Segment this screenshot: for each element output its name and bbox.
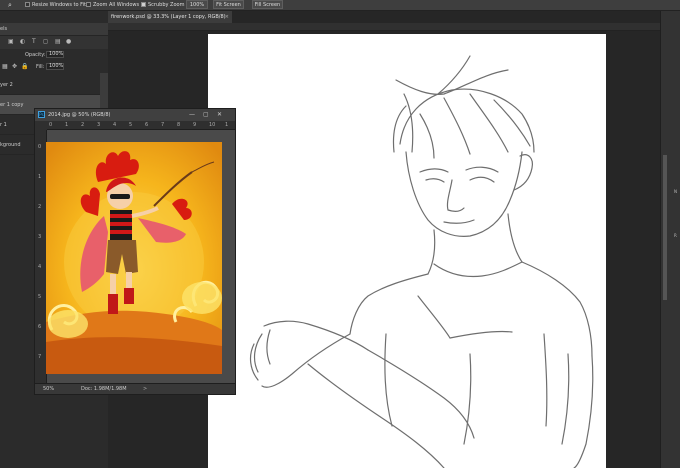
ruler-tick: 1	[65, 122, 69, 128]
illustration-drawing	[46, 142, 222, 374]
close-tab-icon[interactable]: ×	[225, 11, 229, 23]
scrubby-zoom-label: Scrubby Zoom	[148, 2, 185, 8]
ruler-tick: 7	[38, 354, 42, 360]
minimize-icon[interactable]: —	[189, 109, 195, 120]
layer-name: yer 2	[0, 82, 13, 88]
zoom-all-windows-checkbox[interactable]: Zoom All Windows	[86, 1, 139, 10]
scrubby-zoom-checkbox[interactable]: Scrubby Zoom	[141, 1, 184, 10]
canvas-vertical-scrollbar[interactable]	[663, 155, 667, 300]
checkbox-checked-icon	[141, 2, 146, 7]
checkbox-icon	[86, 2, 91, 7]
canvas-ruler	[108, 23, 660, 31]
ruler-tick: 5	[129, 122, 133, 128]
document-canvas[interactable]	[208, 34, 606, 468]
ruler-tick: 2	[81, 122, 85, 128]
ruler-tick: 4	[113, 122, 117, 128]
ruler-tick: 2	[38, 204, 42, 210]
type-filter-icon[interactable]: T	[32, 39, 38, 45]
ruler-tick: 4	[38, 264, 42, 270]
lock-pixels-icon[interactable]: ▦	[2, 64, 8, 70]
ruler-tick: 9	[193, 122, 197, 128]
fill-label: Fill:	[36, 64, 45, 70]
horizontal-ruler: 0 1 2 3 4 5 6 7 8 9 10 1	[47, 121, 235, 130]
status-menu-arrow-icon[interactable]: >	[143, 384, 147, 395]
shape-filter-icon[interactable]: ◻	[43, 39, 49, 45]
image-filter-icon[interactable]: ▣	[8, 39, 14, 45]
document-tab[interactable]: firenwork.psd @ 33.3% (Layer 1 copy, RGB…	[108, 11, 232, 23]
resize-windows-checkbox[interactable]: Resize Windows to Fit	[25, 1, 86, 10]
options-bar: ⌕ Resize Windows to Fit Zoom All Windows…	[0, 0, 680, 11]
checkbox-icon	[25, 2, 30, 7]
maximize-icon[interactable]: ▢	[203, 109, 209, 120]
adjustment-filter-icon[interactable]: ◐	[20, 39, 26, 45]
lock-move-icon[interactable]: ✥	[12, 64, 18, 70]
floating-window-statusbar: 50% Doc: 1.98M/1.98M >	[35, 383, 235, 394]
close-icon[interactable]: ✕	[217, 109, 222, 120]
layer-name: r 1	[0, 122, 7, 128]
floating-window-title: 2014.jpg @ 50% (RGB/8)	[48, 112, 111, 118]
ruler-tick: 6	[38, 324, 42, 330]
resize-windows-label: Resize Windows to Fit	[32, 2, 86, 8]
lock-all-icon[interactable]: 🔒	[21, 64, 28, 70]
ruler-tick: 5	[38, 294, 42, 300]
layers-panel-header: els	[0, 23, 108, 36]
zoom-all-windows-label: Zoom All Windows	[93, 2, 140, 8]
right-panel-label: R	[674, 233, 677, 238]
smart-object-filter-icon[interactable]: ▤	[55, 39, 61, 45]
lock-fill-row: ▦ ✥ 🔒 Fill: 100%	[0, 61, 108, 73]
ruler-tick: 3	[97, 122, 101, 128]
illustration-image	[46, 142, 222, 374]
ruler-tick: 1	[225, 122, 229, 128]
fill-field[interactable]: 100%	[46, 63, 64, 70]
layer-row[interactable]: yer 2	[0, 75, 100, 95]
ruler-tick: 7	[161, 122, 165, 128]
zoom-level[interactable]: 50%	[43, 384, 54, 395]
ruler-tick: 8	[177, 122, 181, 128]
photoshop-icon: Ps	[38, 111, 45, 118]
ruler-tick: 6	[145, 122, 149, 128]
document-size: Doc: 1.98M/1.98M	[81, 386, 127, 392]
zoom-tool-icon[interactable]: ⌕	[8, 0, 12, 10]
layer-name: er 1 copy	[0, 102, 24, 108]
ruler-tick: 0	[49, 122, 53, 128]
right-panel-label: N	[674, 189, 677, 194]
ruler-tick: 10	[209, 122, 216, 128]
sketch-drawing	[249, 55, 594, 468]
document-tab-title: firenwork.psd @ 33.3% (Layer 1 copy, RGB…	[111, 14, 226, 20]
opacity-row: Opacity: 100%	[0, 49, 108, 61]
ruler-tick: 1	[38, 174, 42, 180]
layer-name: kground	[0, 142, 21, 148]
ruler-tick: 0	[38, 144, 42, 150]
ruler-corner	[35, 121, 47, 130]
floating-window-titlebar[interactable]: Ps 2014.jpg @ 50% (RGB/8) — ▢ ✕	[35, 109, 235, 121]
layers-panel-title: els	[0, 26, 8, 32]
fill-screen-button[interactable]: Fill Screen	[252, 0, 283, 9]
zoom-100-button[interactable]: 100%	[186, 0, 208, 9]
opacity-field[interactable]: 100%	[46, 51, 64, 58]
ruler-tick: 3	[38, 234, 42, 240]
opacity-label: Opacity:	[25, 52, 46, 58]
layer-filter-toolbar: ▣ ◐ T ◻ ▤ ●	[0, 36, 108, 49]
filter-toggle-icon[interactable]: ●	[66, 39, 72, 45]
fit-screen-button[interactable]: Fit Screen	[213, 0, 244, 9]
